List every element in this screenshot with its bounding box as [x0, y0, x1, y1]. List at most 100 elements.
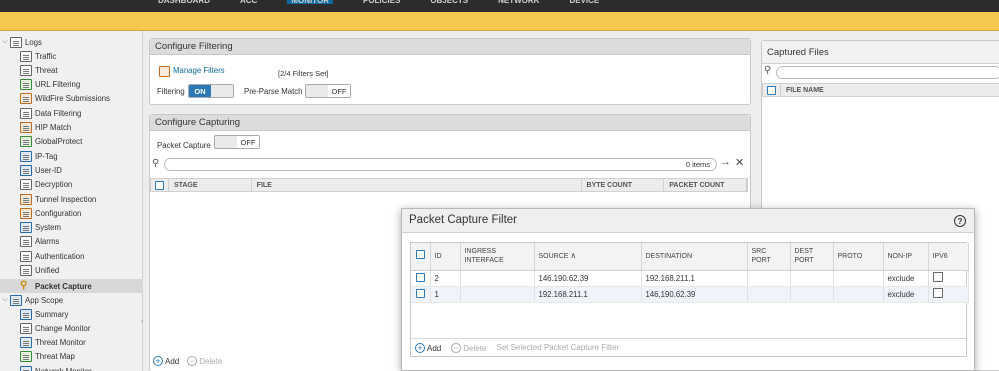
sidebar-item-wildfire-submissions[interactable]: WildFire Submissions — [0, 92, 143, 106]
sidebar-item-hip-match[interactable]: HIP Match — [0, 121, 143, 135]
sidebar-item-tunnel-inspection[interactable]: Tunnel Inspection — [0, 192, 143, 206]
tab-policies[interactable]: POLICIES — [363, 0, 400, 4]
sidebar-item-logs[interactable]: ⌵ Logs — [0, 35, 143, 49]
sidebar-item-ip-tag[interactable]: IP-Tag — [0, 149, 143, 163]
plus-icon: + — [415, 342, 425, 353]
col-source[interactable]: SOURCE ∧ — [534, 243, 642, 271]
sidebar-item-traffic[interactable]: Traffic — [0, 49, 143, 63]
captured-files-search-input[interactable] — [776, 66, 999, 79]
tab-dashboard[interactable]: DASHBOARD — [158, 0, 210, 4]
row-checkbox[interactable] — [415, 288, 425, 298]
chevron-down-icon[interactable]: ⌵ — [0, 38, 10, 46]
configure-filtering-panel: Configure Filtering Manage Filters [2/4 … — [149, 38, 751, 105]
logs-folder-icon — [10, 36, 22, 48]
col-proto[interactable]: PROTO — [833, 243, 884, 271]
col-ingress-interface[interactable]: INGRESS INTERFACE — [460, 243, 535, 271]
col-ipv6[interactable]: IPV6 — [928, 243, 969, 271]
sidebar-item-url-filtering[interactable]: URL Filtering — [0, 78, 143, 92]
col-destination[interactable]: DESTINATION — [641, 243, 748, 271]
col-id[interactable]: ID — [430, 243, 461, 271]
capture-search-input[interactable]: 0 items — [164, 158, 717, 171]
tab-network[interactable]: NETWORK — [498, 0, 539, 4]
sidebar-item-packet-capture[interactable]: ⚲ Packet Capture — [0, 279, 143, 293]
capture-footer: + Add − Delete — [153, 356, 222, 366]
col-byte-count[interactable]: BYTE COUNT — [582, 179, 665, 191]
filter-table: ID INGRESS INTERFACE SOURCE ∧ DESTINATIO… — [410, 242, 969, 357]
close-icon[interactable]: ✕ — [735, 156, 744, 169]
plus-icon: + — [153, 356, 163, 366]
manage-filters-link[interactable]: Manage Filters — [173, 66, 225, 75]
col-source-label: SOURCE — [538, 253, 569, 261]
dialog-header: Packet Capture Filter ? — [402, 209, 974, 233]
table-row[interactable]: 2 146.190.62.39 192.168.211.1 exclude — [411, 270, 969, 287]
sidebar-item-threat-monitor[interactable]: Threat Monitor — [0, 336, 143, 350]
col-packet-count[interactable]: PACKET COUNT — [664, 179, 747, 191]
col-dest-port[interactable]: DEST PORT — [790, 243, 834, 271]
cell-proto — [833, 270, 884, 287]
sidebar-item-label: IP-Tag — [35, 151, 58, 161]
cell-destination: 146.190.62.39 — [641, 286, 748, 303]
minus-icon: − — [451, 342, 462, 353]
threat-monitor-icon — [20, 337, 32, 349]
toggle-knob — [211, 85, 233, 97]
add-filter-button[interactable]: + Add — [415, 342, 441, 353]
select-all-checkbox[interactable] — [154, 180, 164, 190]
sidebar-item-user-id[interactable]: User-ID — [0, 163, 143, 177]
sidebar-item-configuration[interactable]: Configuration — [0, 206, 143, 220]
col-file-name[interactable]: FILE NAME — [781, 84, 999, 96]
sidebar-item-label: URL Filtering — [35, 80, 81, 90]
cell-id: 1 — [430, 286, 461, 303]
col-stage[interactable]: STAGE — [169, 179, 252, 191]
sidebar-collapse-handle[interactable]: ‹ — [141, 318, 143, 325]
sidebar-item-label: Data Filtering — [35, 108, 82, 118]
ipv6-checkbox[interactable] — [932, 272, 943, 282]
globalprotect-icon — [20, 136, 32, 148]
sidebar-item-threat-map[interactable]: Threat Map — [0, 350, 143, 364]
col-non-ip[interactable]: NON-IP — [883, 243, 929, 271]
col-src-port[interactable]: SRC PORT — [747, 243, 791, 271]
select-all-filters-checkbox[interactable] — [415, 250, 425, 260]
sidebar-item-decryption[interactable]: Decryption — [0, 178, 143, 192]
sidebar-item-label: GlobalProtect — [35, 137, 83, 147]
sidebar-item-globalprotect[interactable]: GlobalProtect — [0, 135, 143, 149]
filtering-toggle[interactable]: ON — [188, 84, 234, 98]
tab-acc[interactable]: ACC — [240, 0, 257, 4]
delete-capture-button[interactable]: − Delete — [187, 356, 222, 366]
set-selected-filter-button[interactable]: Set Selected Packet Capture Filter — [496, 343, 619, 352]
app-scope-icon — [10, 294, 22, 306]
ipv6-checkbox[interactable] — [932, 288, 943, 298]
delete-filter-button[interactable]: − Delete — [451, 342, 486, 353]
threat-map-icon — [20, 351, 32, 363]
sidebar-item-app-scope[interactable]: ⌵ App Scope — [0, 293, 143, 307]
tunnel-inspection-icon — [20, 193, 32, 205]
table-row[interactable]: 1 192.168.211.1 146.190.62.39 exclude — [411, 286, 969, 303]
help-icon[interactable]: ? — [954, 215, 966, 227]
sidebar-item-summary[interactable]: Summary — [0, 307, 143, 321]
cell-proto — [833, 286, 884, 303]
wildfire-submissions-icon — [20, 93, 32, 105]
sidebar-item-change-monitor[interactable]: Change Monitor — [0, 321, 143, 335]
packet-capture-toggle[interactable]: OFF — [214, 135, 260, 149]
manage-filters-icon[interactable] — [159, 66, 170, 77]
captured-files-header: FILE NAME — [762, 83, 999, 97]
sidebar-item-label: Configuration — [35, 208, 82, 218]
add-capture-button[interactable]: + Add — [153, 356, 179, 366]
sidebar-item-label: Unified — [35, 266, 60, 275]
sidebar-item-network-monitor[interactable]: Network Monitor — [0, 364, 143, 371]
chevron-down-icon[interactable]: ⌵ — [0, 296, 10, 304]
tab-objects[interactable]: OBJECTS — [430, 0, 468, 4]
preparse-toggle[interactable]: OFF — [305, 84, 351, 98]
tab-monitor[interactable]: MONITOR — [287, 0, 333, 4]
sidebar-item-data-filtering[interactable]: Data Filtering — [0, 106, 143, 120]
tab-device[interactable]: DEVICE — [569, 0, 599, 4]
select-all-files-checkbox[interactable] — [767, 85, 776, 95]
sidebar-item-system[interactable]: System — [0, 221, 143, 235]
sidebar-item-authentication[interactable]: Authentication — [0, 249, 143, 263]
sidebar-item-unified[interactable]: Unified — [0, 264, 143, 278]
dialog-title: Packet Capture Filter — [409, 214, 518, 226]
row-checkbox[interactable] — [415, 272, 425, 282]
sidebar-item-alarms[interactable]: Alarms — [0, 235, 143, 249]
col-file[interactable]: FILE — [252, 179, 582, 191]
arrow-right-icon[interactable]: → — [720, 156, 731, 168]
sidebar-item-threat[interactable]: Threat — [0, 63, 143, 77]
